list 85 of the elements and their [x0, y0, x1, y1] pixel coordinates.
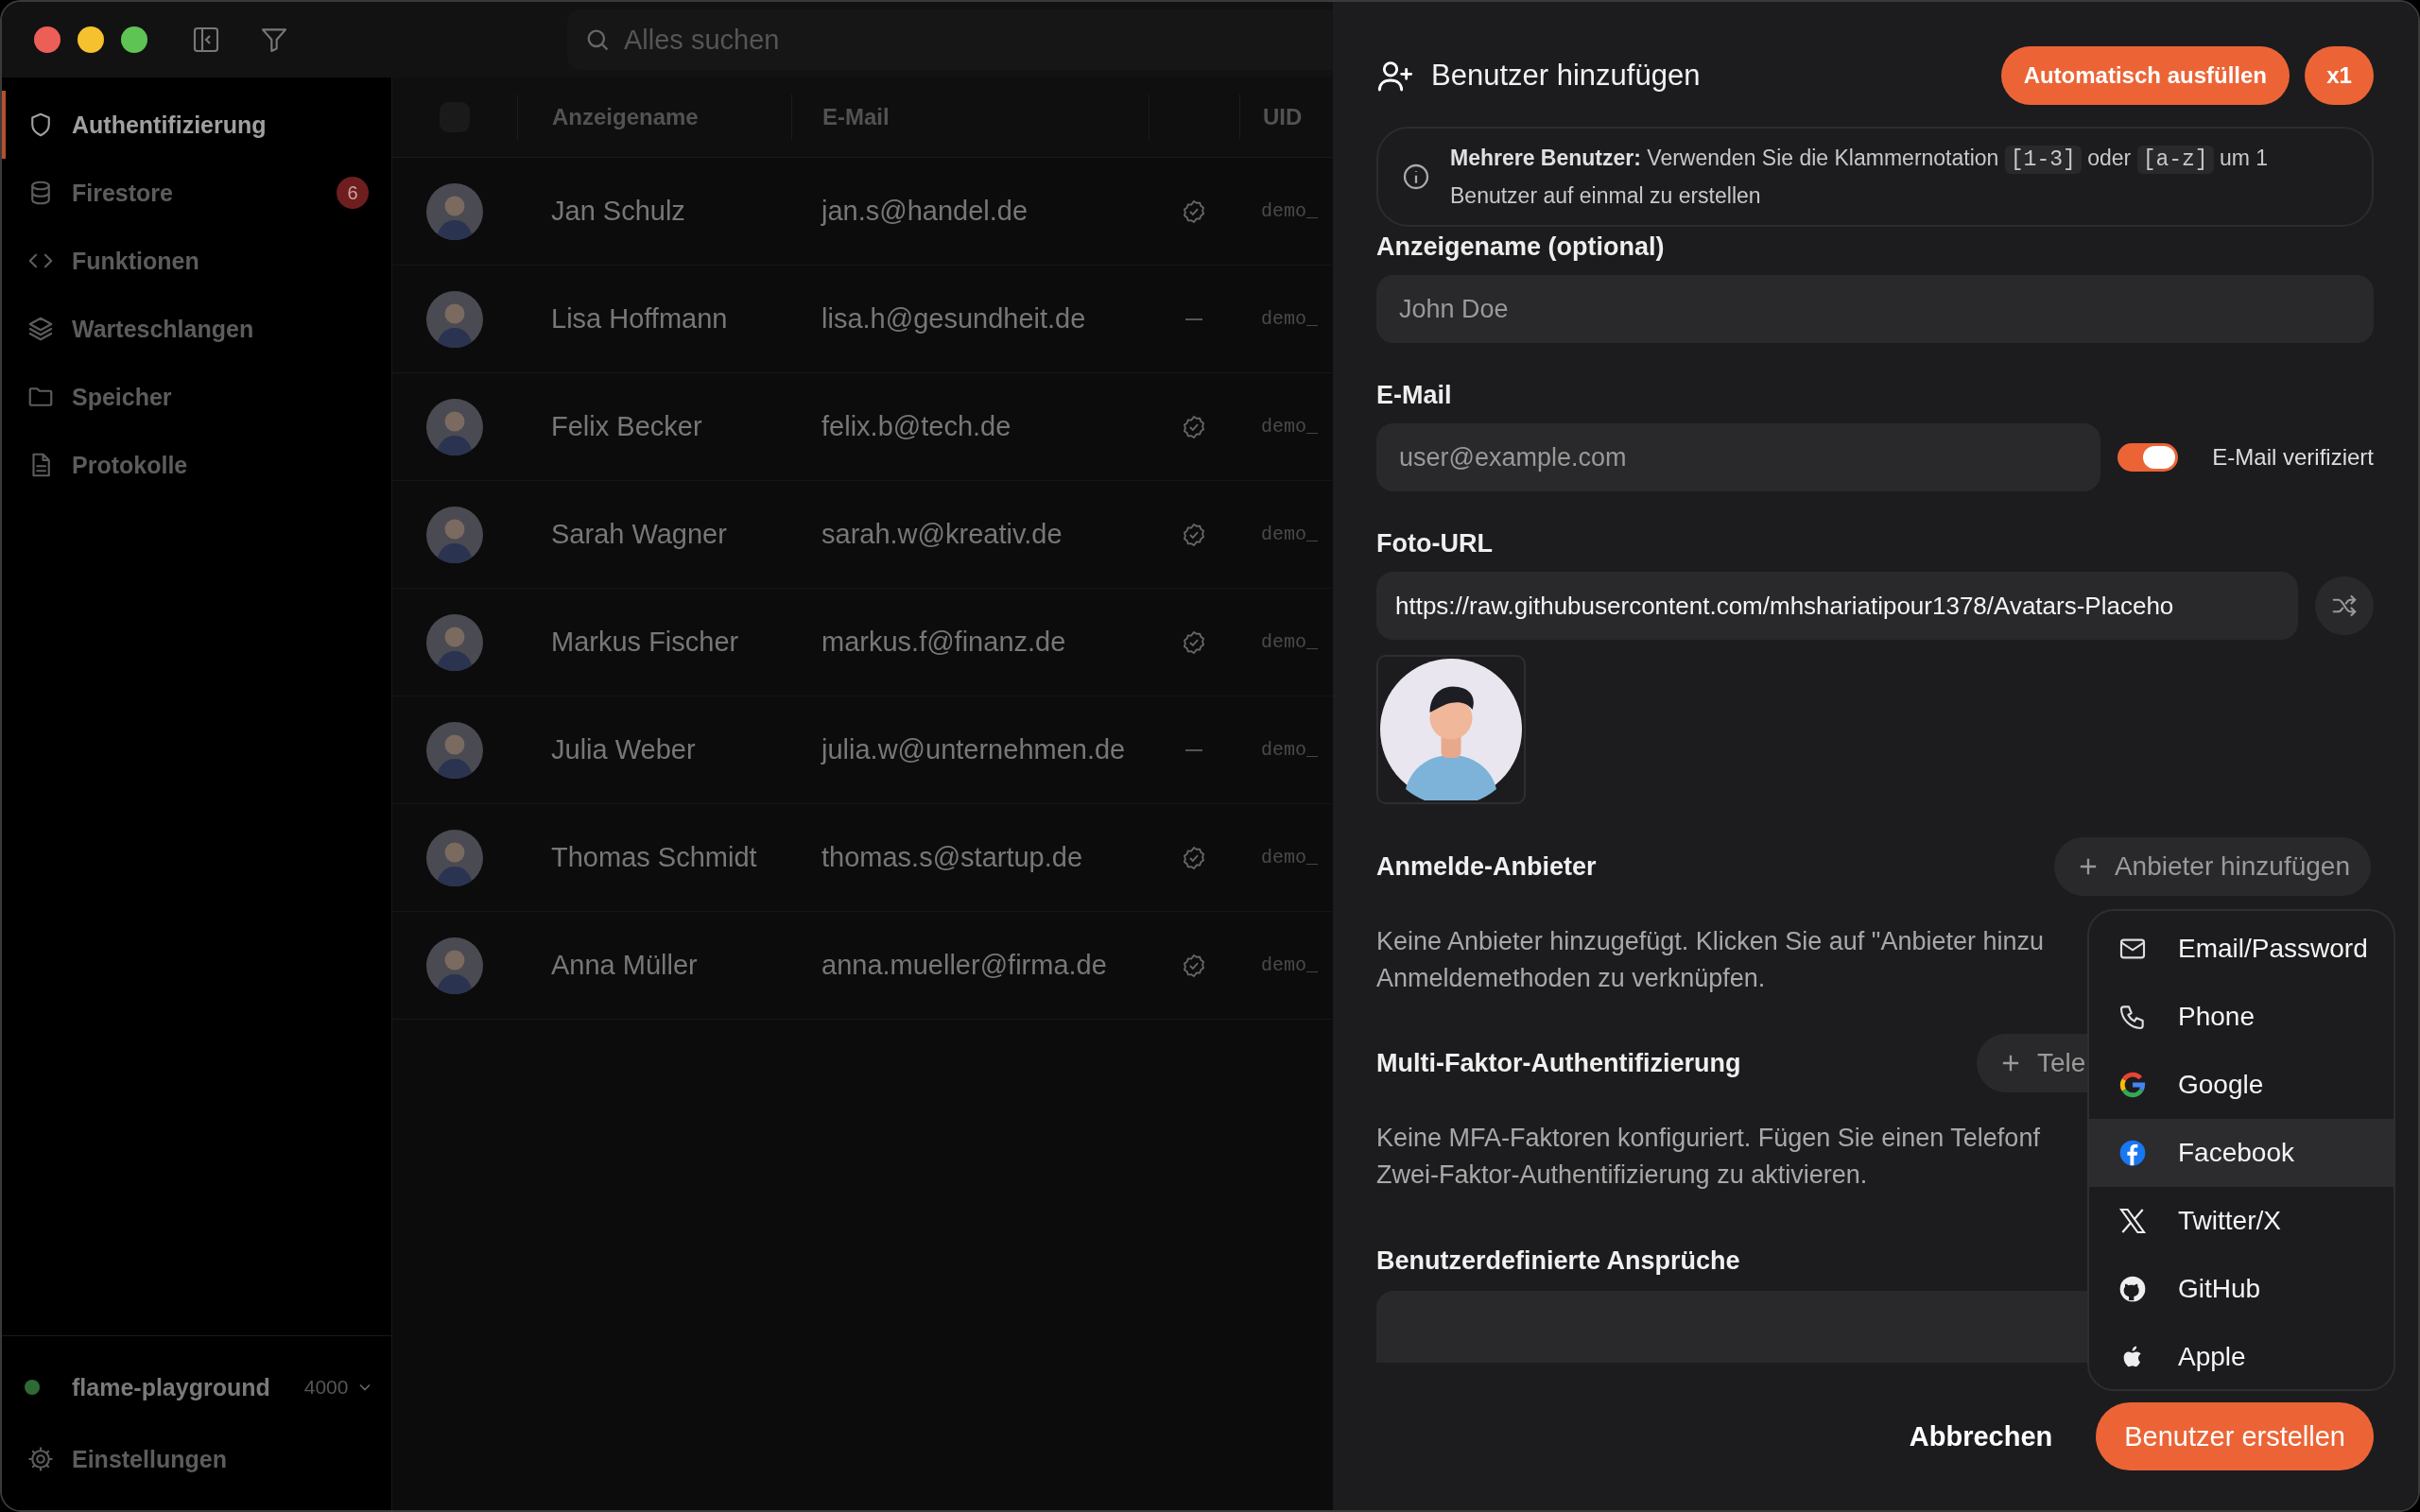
- search-field[interactable]: Alles suchen: [567, 9, 1333, 70]
- table-cell-text: Anna Müller: [550, 950, 699, 981]
- zoom-window-button[interactable]: [121, 26, 147, 53]
- table-cell-text: demo_: [1260, 739, 1318, 761]
- sidebar-item[interactable]: Authentifizierung: [2, 91, 391, 159]
- avatar-icon: [426, 613, 483, 671]
- table-cell-text: Jan Schulz: [550, 196, 686, 227]
- column-header: Anzeigename: [517, 94, 791, 140]
- avatar-icon: [426, 182, 483, 240]
- table-cell-text: julia.w@unternehmen.de: [820, 734, 1127, 765]
- avatar-icon: [426, 506, 483, 563]
- minimize-window-button[interactable]: [78, 26, 104, 53]
- table-cell-text: Thomas Schmidt: [550, 842, 758, 873]
- table-cell-text: Markus Fischer: [550, 627, 740, 658]
- display-name-field[interactable]: John Doe: [1376, 275, 2374, 343]
- table-cell-text: thomas.s@startup.de: [821, 842, 1084, 873]
- avatar-icon: [426, 290, 483, 348]
- avatar-icon: [426, 829, 483, 886]
- table-cell-text: demo_: [1260, 631, 1318, 653]
- empty-state-text: Keine MFA-Faktoren konfiguriert. Fügen Sie einen Telefonf Zwei-Faktor-Authentifizierung zu aktivieren.: [1376, 1123, 2040, 1191]
- table-cell-text: demo_: [1260, 416, 1318, 438]
- column-header: E-Mail: [791, 94, 1149, 140]
- menu-item[interactable]: Facebook: [2089, 1119, 2394, 1187]
- github-icon: [2118, 1274, 2148, 1304]
- toggle-label: E-Mail verifiziert: [2212, 444, 2374, 471]
- cancel-button[interactable]: Abbrechen: [1903, 1419, 2059, 1453]
- port-label: 4000: [303, 1376, 349, 1399]
- close-window-button[interactable]: [34, 26, 60, 53]
- panel-title: Benutzer hinzufügen: [1431, 59, 1701, 93]
- section-title: Benutzerdefinierte Ansprüche: [1376, 1246, 1741, 1276]
- sidebar-item[interactable]: Warteschlangen: [2, 295, 391, 363]
- settings-icon: [26, 1445, 55, 1473]
- menu-item[interactable]: GitHub: [2089, 1255, 2394, 1323]
- settings-link[interactable]: Einstellungen: [2, 1425, 391, 1493]
- email-field[interactable]: user@example.com: [1376, 423, 2100, 491]
- toggle-switch[interactable]: [2118, 443, 2178, 472]
- avatar-icon: [426, 721, 483, 779]
- facebook-icon: [2118, 1138, 2148, 1168]
- add-provider-button[interactable]: Anbieter hinzufügen: [2053, 837, 2371, 896]
- column-header: UID: [1239, 94, 1303, 140]
- table-cell-text: demo_: [1260, 954, 1318, 976]
- menu-item[interactable]: Apple: [2089, 1323, 2394, 1389]
- sidebar-item[interactable]: Protokolle: [2, 431, 391, 499]
- table-cell-text: Sarah Wagner: [550, 519, 728, 550]
- section-title: Multi-Faktor-Authentifizierung: [1376, 1048, 1741, 1078]
- photo-url-field[interactable]: https://raw.githubusercontent.com/mhshariatipour1378/Avatars-Placeho: [1376, 572, 2298, 640]
- table-cell-text: demo_: [1260, 847, 1318, 868]
- table-cell-text: markus.f@finanz.de: [821, 627, 1067, 658]
- section-title: Anmelde-Anbieter: [1376, 851, 1597, 882]
- table-cell-text: anna.mueller@firma.de: [821, 950, 1108, 981]
- project-selector[interactable]: flame-playground 4000: [2, 1349, 391, 1425]
- table-cell-text: sarah.w@kreativ.de: [821, 519, 1063, 550]
- info-icon: [1401, 162, 1431, 192]
- menu-item[interactable]: Phone: [2089, 983, 2394, 1051]
- create-user-button[interactable]: Benutzer erstellen: [2096, 1402, 2374, 1470]
- field-label: Foto-URL: [1376, 529, 1494, 558]
- avatar-icon: [1380, 659, 1522, 800]
- table-cell-text: lisa.h@gesundheit.de: [821, 303, 1087, 335]
- menu-item[interactable]: Email/Password: [2089, 915, 2394, 983]
- menu-item[interactable]: Twitter/X: [2089, 1187, 2394, 1255]
- count-button[interactable]: x1: [2305, 46, 2374, 105]
- sidebar-toggle-icon[interactable]: [191, 25, 221, 55]
- table-cell-text: demo_: [1260, 200, 1318, 222]
- sidebar-item[interactable]: Firestore 6: [2, 159, 391, 227]
- count-badge: 6: [337, 177, 369, 209]
- x-icon: [2118, 1206, 2148, 1236]
- google-icon: [2118, 1070, 2148, 1100]
- info-text: Mehrere Benutzer: Verwenden Sie die Klammernotation [1-3] oder [a-z] um 1 Benutzer auf einmal zu erstellen: [1450, 145, 2270, 210]
- sidebar-item[interactable]: Funktionen: [2, 227, 391, 295]
- avatar-icon: [426, 398, 483, 455]
- table-cell-text: demo_: [1260, 524, 1318, 545]
- table-cell-text: Lisa Hoffmann: [550, 303, 729, 335]
- table-cell-text: Julia Weber: [550, 734, 697, 765]
- table-cell-text: demo_: [1260, 308, 1318, 330]
- layers-icon: [26, 315, 55, 343]
- avatar-icon: [426, 936, 483, 994]
- autofill-button[interactable]: Automatisch ausfüllen: [2000, 46, 2290, 105]
- table-cell-text: Felix Becker: [550, 411, 703, 442]
- field-label: E-Mail: [1376, 381, 1453, 410]
- field-label: Anzeigename (optional): [1376, 232, 1666, 262]
- table-cell-text: felix.b@tech.de: [821, 411, 1012, 442]
- empty-state-text: Keine Anbieter hinzugefügt. Klicken Sie auf "Anbieter hinzu Anmeldemethoden zu verknüpfen.: [1376, 926, 2045, 994]
- table-cell-text: jan.s@handel.de: [820, 196, 1029, 227]
- sidebar-item[interactable]: Speicher: [2, 363, 391, 431]
- menu-item[interactable]: Google: [2089, 1051, 2394, 1119]
